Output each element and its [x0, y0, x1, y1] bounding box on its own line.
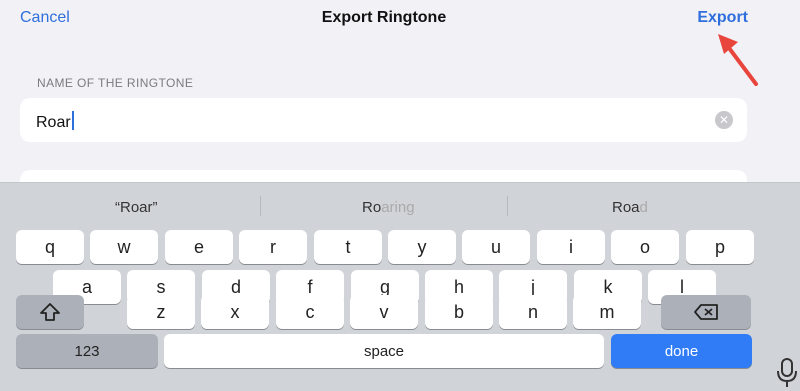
suggestion-1[interactable]: “Roar”	[115, 199, 158, 216]
key-m[interactable]: m	[573, 295, 641, 329]
text-caret	[71, 111, 74, 130]
key-x[interactable]: x	[201, 295, 269, 329]
done-key[interactable]: done	[611, 334, 752, 368]
delete-key[interactable]	[661, 295, 751, 329]
key-o[interactable]: o	[611, 230, 679, 264]
key-u[interactable]: u	[462, 230, 530, 264]
shift-key[interactable]	[16, 295, 84, 329]
ringtone-name-field[interactable]: Roar ✕	[20, 98, 747, 142]
suggestion-2[interactable]: Roaring	[362, 199, 415, 216]
numbers-key[interactable]: 123	[16, 334, 158, 368]
suggestion-3[interactable]: Road	[612, 199, 648, 216]
space-key[interactable]: space	[164, 334, 604, 368]
shift-icon	[40, 303, 60, 321]
clear-icon[interactable]: ✕	[715, 111, 733, 129]
export-button[interactable]: Export	[697, 9, 748, 27]
section-label: NAME OF THE RINGTONE	[37, 76, 194, 90]
key-c[interactable]: c	[276, 295, 344, 329]
key-z[interactable]: z	[127, 295, 195, 329]
key-i[interactable]: i	[537, 230, 605, 264]
page-title: Export Ringtone	[321, 9, 447, 26]
key-e[interactable]: e	[165, 230, 233, 264]
key-v[interactable]: v	[350, 295, 418, 329]
microphone-icon[interactable]	[772, 355, 800, 391]
key-w[interactable]: w	[90, 230, 158, 264]
suggestion-divider	[260, 196, 261, 216]
key-y[interactable]: y	[388, 230, 456, 264]
annotation-arrow-icon	[718, 34, 758, 86]
suggestion-bar: “Roar” Roaring Road	[0, 183, 760, 229]
key-p[interactable]: p	[686, 230, 754, 264]
key-b[interactable]: b	[425, 295, 493, 329]
navigation-bar: Cancel Export Ringtone Export	[0, 0, 800, 40]
key-q[interactable]: q	[16, 230, 84, 264]
delete-backward-icon	[694, 304, 718, 320]
key-n[interactable]: n	[499, 295, 567, 329]
ringtone-name-input[interactable]: Roar	[36, 111, 74, 132]
keyboard: “Roar” Roaring Road qwertyuiop asdfghjkl…	[0, 182, 800, 391]
key-t[interactable]: t	[314, 230, 382, 264]
key-r[interactable]: r	[239, 230, 307, 264]
suggestion-divider	[507, 196, 508, 216]
